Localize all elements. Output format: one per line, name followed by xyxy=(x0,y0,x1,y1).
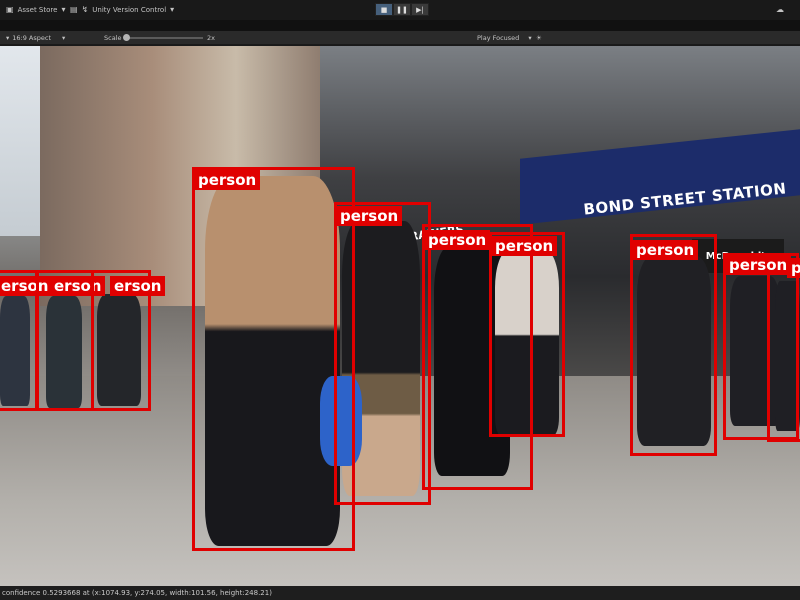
aspect-label: 16:9 Aspect xyxy=(12,34,52,42)
scale-slider-track[interactable] xyxy=(125,37,203,39)
version-control-icon: ▤ xyxy=(70,5,78,14)
cloud-icon: ☁ xyxy=(776,5,784,14)
aspect-dropdown[interactable]: ▾ 16:9 Aspect ▾ xyxy=(6,34,65,42)
game-view-viewport[interactable]: BOND STREET STATION KING OF TRAINERS McD… xyxy=(0,46,800,586)
chevron-down-icon: ▾ xyxy=(170,5,175,14)
detection-label: p xyxy=(787,258,800,278)
pause-icon: ❚❚ xyxy=(396,5,408,14)
detection-box xyxy=(630,234,717,456)
sun-icon: ☀ xyxy=(536,34,542,42)
detection-label: person xyxy=(424,230,491,250)
chevron-down-icon: ▾ xyxy=(61,5,66,14)
cloud-button[interactable]: ☁ xyxy=(776,5,784,14)
status-bar: confidence 0.5293668 at (x:1074.93, y:27… xyxy=(0,586,800,600)
version-control-menu[interactable]: ▤ ↯ Unity Version Control ▾ xyxy=(70,5,174,14)
asset-store-label: Asset Store xyxy=(17,5,58,14)
detection-label: person xyxy=(632,240,699,260)
scale-label: Scale xyxy=(104,34,122,42)
step-button[interactable]: ▶| xyxy=(411,3,429,16)
play-button[interactable]: ■ xyxy=(375,3,393,16)
chevron-down-icon: ▾ xyxy=(6,34,10,42)
branch-icon: ↯ xyxy=(81,5,89,14)
detection-label: person xyxy=(336,206,403,226)
game-view-bar: ▾ 16:9 Aspect ▾ Scale 2x Play Focused ▾ … xyxy=(0,31,800,45)
chevron-down-icon: ▾ xyxy=(62,34,66,42)
editor-toolbar: ▣ Asset Store ▾ ▤ ↯ Unity Version Contro… xyxy=(0,0,800,20)
detection-box xyxy=(192,167,355,551)
detection-label: person xyxy=(491,236,558,256)
shopping-bag-icon: ▣ xyxy=(6,5,14,14)
asset-store-menu[interactable]: ▣ Asset Store ▾ xyxy=(6,5,65,14)
settings-button[interactable]: ☀ xyxy=(536,34,542,42)
detection-label: erson xyxy=(110,276,166,296)
detection-box xyxy=(767,272,800,442)
detection-box xyxy=(489,232,565,437)
version-control-label: Unity Version Control xyxy=(92,5,167,14)
toolbar-separator xyxy=(0,20,800,31)
scale-slider-knob[interactable] xyxy=(123,34,130,41)
scale-value: 2x xyxy=(207,34,215,42)
detection-label: person xyxy=(194,170,261,190)
detection-box xyxy=(334,202,431,505)
play-focused-dropdown[interactable]: Play Focused ▾ xyxy=(477,34,532,42)
pause-button[interactable]: ❚❚ xyxy=(393,3,411,16)
stop-icon: ■ xyxy=(380,5,388,14)
play-controls: ■ ❚❚ ▶| xyxy=(375,3,429,16)
play-focused-label: Play Focused xyxy=(477,34,520,42)
chevron-down-icon: ▾ xyxy=(528,34,532,42)
step-icon: ▶| xyxy=(416,5,424,14)
